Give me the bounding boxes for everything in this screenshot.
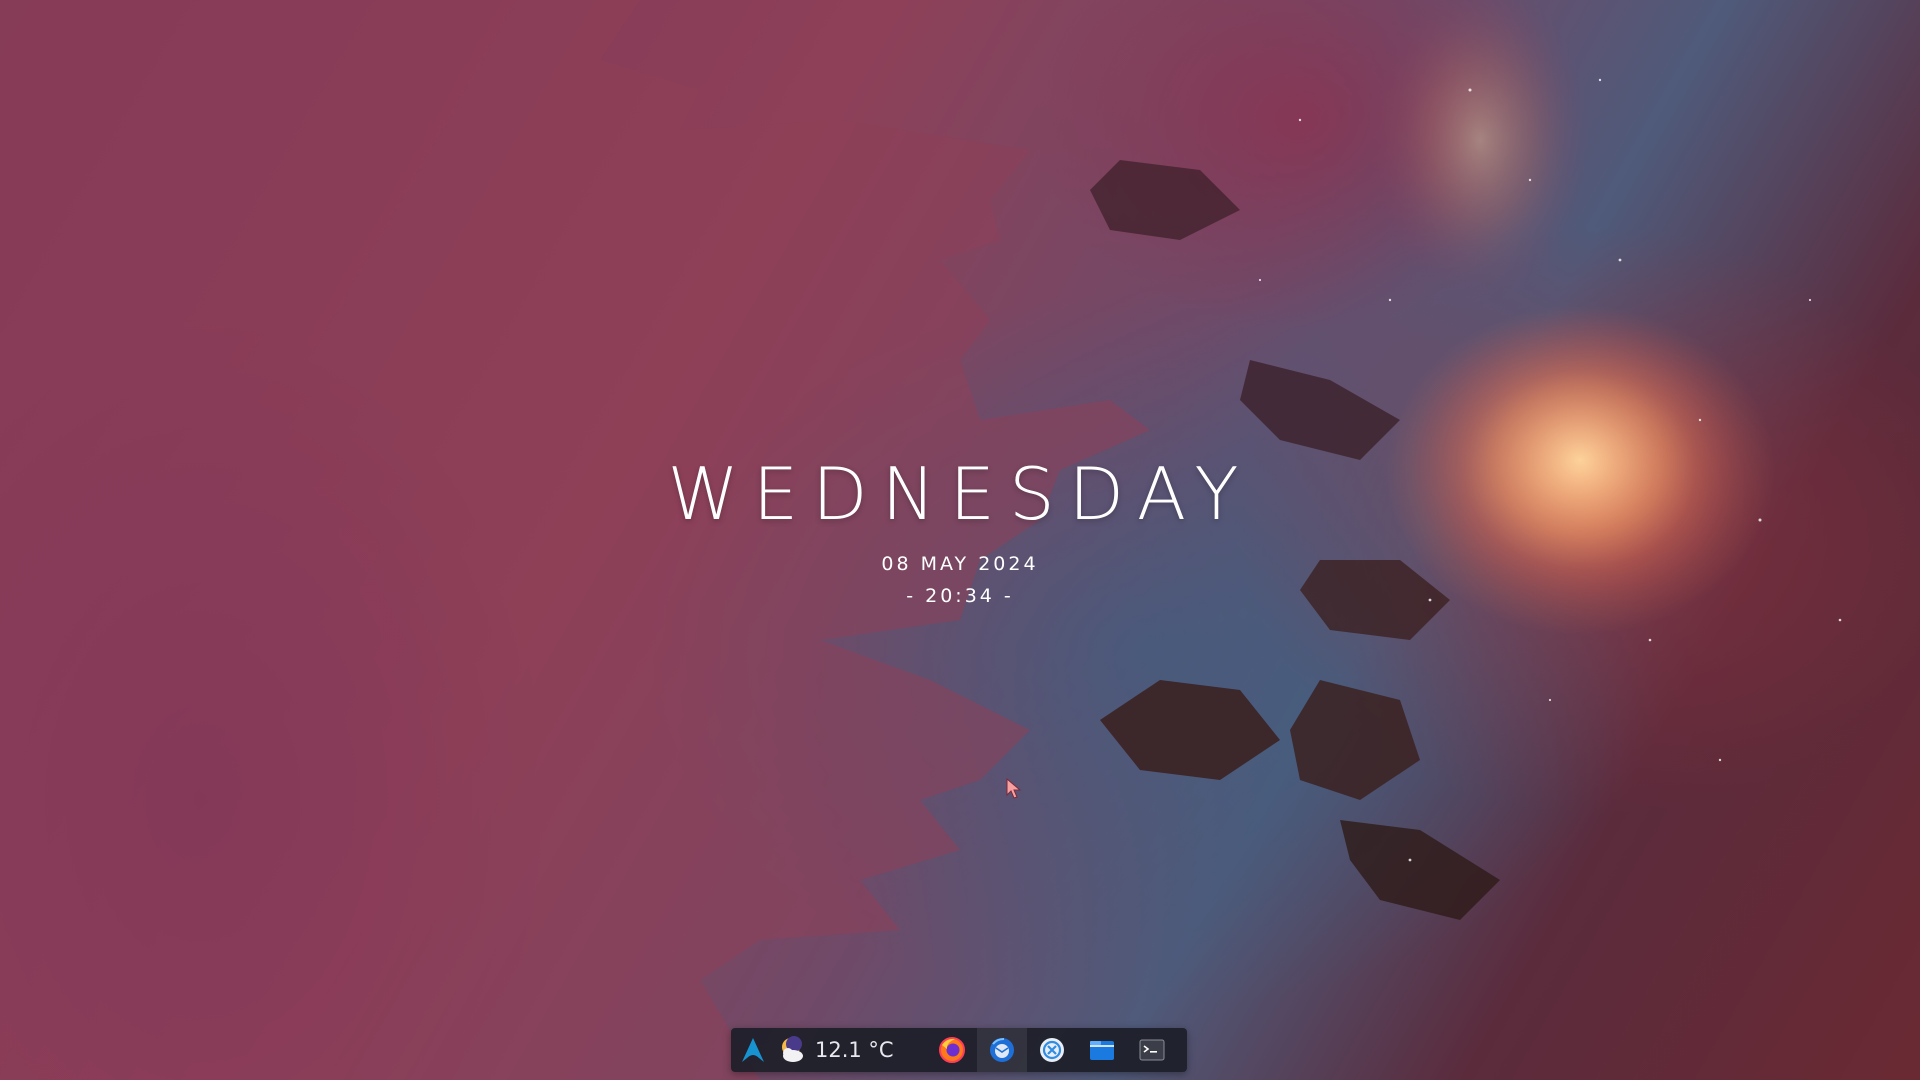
weather-temperature: 12.1 °C: [815, 1038, 894, 1062]
mouse-cursor-icon: [1006, 778, 1022, 799]
desktop[interactable]: WEDNESDAY 08 MAY 2024 - 20:34 - 12.1 °C: [0, 0, 1920, 1080]
taskbar-item-thunderbird[interactable]: [977, 1028, 1027, 1072]
terminal-icon: [1139, 1039, 1165, 1061]
arch-linux-icon: [742, 1038, 764, 1062]
application-launcher-button[interactable]: [731, 1028, 775, 1072]
taskbar: 12.1 °C: [731, 1028, 1187, 1072]
thunderbird-icon: [990, 1038, 1014, 1062]
firefox-icon: [939, 1037, 965, 1063]
taskbar-item-terminal[interactable]: [1127, 1028, 1177, 1072]
weather-widget[interactable]: 12.1 °C: [775, 1028, 927, 1072]
taskbar-item-file-manager[interactable]: [1077, 1028, 1127, 1072]
taskbar-item-discover[interactable]: [1027, 1028, 1077, 1072]
time-text: - 20:34 -: [906, 585, 1014, 607]
date-text: 08 MAY 2024: [881, 553, 1039, 575]
clock-widget: WEDNESDAY 08 MAY 2024 - 20:34 -: [640, 458, 1280, 608]
file-manager-icon: [1090, 1041, 1114, 1060]
kde-discover-icon: [1040, 1038, 1064, 1062]
taskbar-item-firefox[interactable]: [927, 1028, 977, 1072]
weather-night-partly-cloudy-icon: [782, 1036, 803, 1062]
day-name: WEDNESDAY: [667, 452, 1253, 536]
